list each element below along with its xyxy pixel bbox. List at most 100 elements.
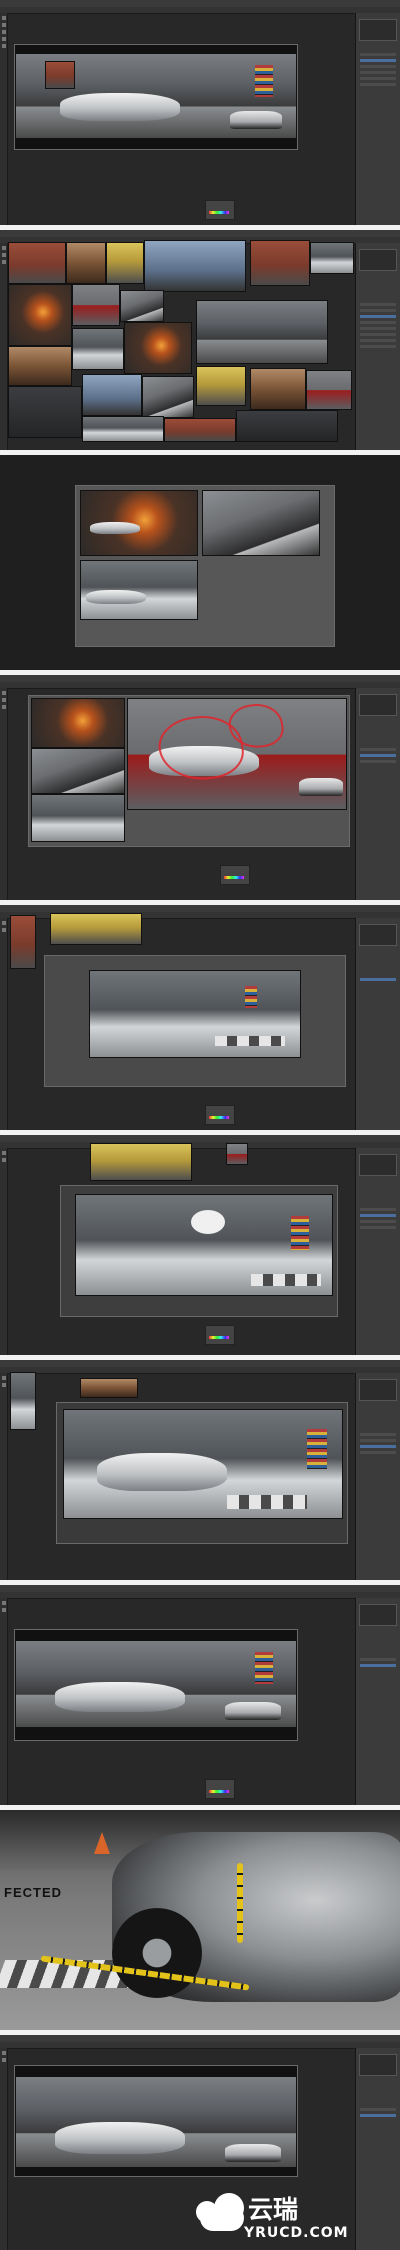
tool-icon[interactable] <box>1 691 6 695</box>
smoke-plume <box>191 1210 225 1234</box>
traffic-cone <box>94 1832 110 1854</box>
layers-panel[interactable] <box>355 1373 400 1580</box>
thumbnail-sketch <box>31 698 125 748</box>
tool-icon[interactable] <box>1 37 6 41</box>
crashed-plane <box>55 1682 185 1712</box>
police-car <box>225 1702 281 1720</box>
toolbox[interactable] <box>0 688 8 900</box>
tool-icon[interactable] <box>1 253 6 257</box>
tool-icon[interactable] <box>1 928 6 932</box>
tool-icon[interactable] <box>1 2058 6 2062</box>
navigator-panel-icon[interactable] <box>359 1379 397 1401</box>
canvas[interactable] <box>28 695 350 847</box>
canvas[interactable] <box>56 1402 348 1544</box>
tool-icon[interactable] <box>1 23 6 27</box>
reference-photo <box>250 240 310 286</box>
options-bar[interactable] <box>0 682 400 689</box>
reference-photo <box>66 242 106 284</box>
sketch-board[interactable] <box>75 485 335 647</box>
storefront-signs <box>291 1216 309 1250</box>
crashed-plane <box>97 1453 227 1491</box>
workspace-strip-4 <box>0 675 400 900</box>
reference-photo <box>106 242 144 284</box>
storefront-signs <box>307 1429 327 1469</box>
reference-photo <box>120 290 164 322</box>
canvas[interactable] <box>14 2065 298 2177</box>
color-panel[interactable] <box>205 1105 235 1125</box>
navigator-panel-icon[interactable] <box>359 19 397 41</box>
toolbox[interactable] <box>0 1373 8 1580</box>
navigator-panel-icon[interactable] <box>359 2054 397 2076</box>
canvas[interactable] <box>44 955 346 1087</box>
options-bar[interactable] <box>0 1367 400 1374</box>
layers-panel[interactable] <box>355 13 400 225</box>
navigator-panel-icon[interactable] <box>359 249 397 271</box>
tool-icon[interactable] <box>1 1601 6 1605</box>
crosswalk <box>227 1495 307 1509</box>
reference-photo <box>306 370 352 410</box>
tool-icon[interactable] <box>1 44 6 48</box>
reference-photo <box>124 322 192 374</box>
layers-panel[interactable] <box>355 688 400 900</box>
color-panel[interactable] <box>205 1779 235 1799</box>
tool-icon[interactable] <box>1 1376 6 1380</box>
toolbox[interactable] <box>0 13 8 225</box>
reference-photo <box>8 386 82 438</box>
tool-icon[interactable] <box>1 921 6 925</box>
tool-icon[interactable] <box>1 1608 6 1612</box>
workspace-strip-7 <box>0 1360 400 1580</box>
reference-photo <box>50 913 142 945</box>
tool-icon[interactable] <box>1 16 6 20</box>
tool-icon[interactable] <box>1 30 6 34</box>
color-panel[interactable] <box>220 865 250 885</box>
options-bar[interactable] <box>0 2042 400 2049</box>
tool-icon[interactable] <box>1 2051 6 2055</box>
thumbnail-sketch <box>31 748 125 794</box>
watermark-en: YRUCD.COM <box>244 2225 349 2241</box>
toolbox[interactable] <box>0 1598 8 1805</box>
tool-icon[interactable] <box>1 246 6 250</box>
canvas[interactable] <box>14 1629 298 1741</box>
reference-photo <box>226 1143 248 1165</box>
storefront-signs <box>255 65 273 97</box>
police-car <box>225 2144 281 2162</box>
tool-icon[interactable] <box>1 698 6 702</box>
crosswalk <box>251 1274 321 1286</box>
reference-photo <box>72 284 120 326</box>
layers-panel[interactable] <box>355 1598 400 1805</box>
color-panel[interactable] <box>205 200 235 220</box>
options-bar[interactable] <box>0 1592 400 1599</box>
options-bar[interactable] <box>0 1142 400 1149</box>
reference-photo <box>196 366 246 406</box>
layers-panel[interactable] <box>355 243 400 450</box>
tool-icon[interactable] <box>1 705 6 709</box>
canvas[interactable] <box>60 1185 338 1317</box>
navigator-panel-icon[interactable] <box>359 1154 397 1176</box>
reference-photo <box>8 242 66 284</box>
workspace-strip-6 <box>0 1135 400 1355</box>
layers-panel[interactable] <box>355 918 400 1130</box>
reference-photo <box>196 300 328 364</box>
tool-icon[interactable] <box>1 1383 6 1387</box>
layers-panel[interactable] <box>355 1148 400 1355</box>
navigator-panel-icon[interactable] <box>359 924 397 946</box>
closeup-text: FECTED <box>4 1885 62 1900</box>
tool-icon[interactable] <box>1 1158 6 1162</box>
canvas[interactable] <box>14 44 298 150</box>
tool-icon[interactable] <box>1 1151 6 1155</box>
crashed-plane <box>60 93 180 121</box>
tool-icon[interactable] <box>1 260 6 264</box>
toolbox[interactable] <box>0 1148 8 1355</box>
navigator-panel-icon[interactable] <box>359 694 397 716</box>
options-bar[interactable] <box>0 7 400 14</box>
toolbox[interactable] <box>0 918 8 1130</box>
reference-photo <box>8 284 72 346</box>
navigator-panel-icon[interactable] <box>359 1604 397 1626</box>
color-panel[interactable] <box>205 1325 235 1345</box>
toolbox[interactable] <box>0 243 8 450</box>
reference-photo <box>164 418 236 442</box>
reference-photo <box>8 346 72 386</box>
sketch-strip <box>0 455 400 670</box>
reference-photo <box>90 1143 192 1181</box>
reference-photo <box>82 416 164 442</box>
